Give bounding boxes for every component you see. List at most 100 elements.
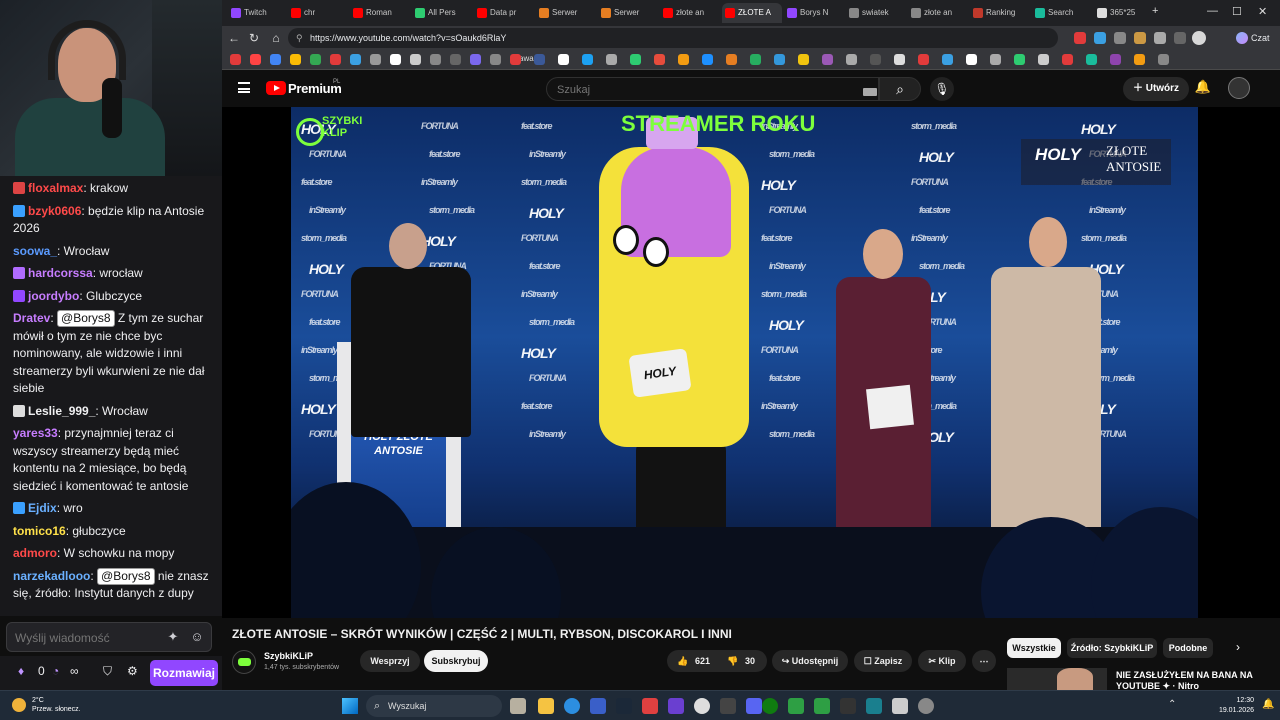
bookmark-icon[interactable] [534,54,545,65]
browser-tab[interactable]: Borys N [784,3,844,23]
chip-related[interactable]: Podobne [1163,638,1213,658]
dislike-icon[interactable]: 👎 [727,650,738,672]
chat-username[interactable]: joordybo [28,289,79,303]
chat-badge-icon[interactable] [13,502,25,514]
bits-icon[interactable]: ♦ [18,664,24,678]
voice-search-icon[interactable]: 🎙 [930,77,954,101]
app-icon[interactable] [840,698,856,714]
bookmark-icon[interactable] [606,54,617,65]
chat-badge-icon[interactable] [13,267,25,279]
bookmark-icon[interactable] [630,54,641,65]
bookmark-icon[interactable] [250,54,261,65]
extension-icon[interactable] [1134,32,1146,44]
more-options-icon[interactable]: ⋯ [972,650,996,672]
bookmark-icon[interactable] [654,54,665,65]
app-icon[interactable] [814,698,830,714]
chip-source[interactable]: Źródło: SzybkiKLiP [1067,638,1157,658]
bookmark-icon[interactable] [370,54,381,65]
chat-username[interactable]: Dratev [13,311,50,325]
chrome-icon[interactable] [694,698,710,714]
bookmark-icon[interactable] [726,54,737,65]
task-view-icon[interactable] [510,698,526,714]
chevron-right-icon[interactable]: › [1236,640,1240,654]
chat-username[interactable]: narzekadlooo [13,569,90,583]
browser-tab[interactable]: Serwer [598,3,658,23]
bookmark-icon[interactable] [510,54,521,65]
menu-icon[interactable] [238,82,250,93]
recommended-thumbnail[interactable] [1007,668,1107,690]
bookmark-icon[interactable] [846,54,857,65]
bookmark-icon[interactable] [894,54,905,65]
bookmark-icon[interactable] [470,54,481,65]
bookmark-icon[interactable] [966,54,977,65]
chat-input-box[interactable]: ✦ ☺ [6,622,212,652]
search-button[interactable]: ⌕ [879,77,921,101]
shield-icon[interactable]: ⛉ [103,664,112,679]
bookmark-icon[interactable] [558,54,569,65]
send-chat-button[interactable]: Rozmawiaj [150,660,218,686]
channel-name[interactable]: SzybkiKLiP [264,651,313,661]
extension-icon[interactable] [1094,32,1106,44]
create-button[interactable]: ＋ Utwórz [1123,77,1189,101]
bookmark-icon[interactable] [1038,54,1049,65]
weather-widget[interactable]: 2°C Przew. słonecz. [12,696,81,714]
account-avatar[interactable] [1228,77,1250,99]
extensions-icon[interactable] [1154,32,1166,44]
channel-points-icon[interactable]: ◔ [52,664,59,678]
chat-username[interactable]: Leslie_999_ [28,404,95,418]
video-player[interactable]: FORTUNA HOLY storm_media inStreamly feat.sto… [222,107,1280,618]
browser-tab[interactable]: Twitch [228,3,286,23]
save-button[interactable]: ☐ Zapisz [854,650,912,672]
search-box[interactable] [546,77,879,101]
bookmark-icon[interactable] [918,54,929,65]
bookmark-icon[interactable] [990,54,1001,65]
bookmark-icon[interactable] [1086,54,1097,65]
bookmark-icon[interactable] [230,54,241,65]
system-clock[interactable]: 12:30 19.01.2026 [1214,696,1254,716]
browser-tab[interactable]: ZŁOTE A [722,3,782,23]
extension-icon[interactable] [1114,32,1126,44]
extension-icon[interactable] [1074,32,1086,44]
taskbar-search[interactable]: Wyszukaj [366,695,502,717]
bookmark-icon[interactable] [582,54,593,65]
clip-button[interactable]: ✂ Klip [918,650,966,672]
bookmark-icon[interactable] [822,54,833,65]
chat-mention[interactable]: @Borys8 [97,567,155,585]
chat-username[interactable]: tomico16 [13,524,66,538]
search-input[interactable] [557,82,837,97]
chat-username[interactable]: floxalmax [28,181,83,195]
emoji-icon[interactable]: ☺ [189,629,205,645]
minimize-icon[interactable]: — [1207,5,1218,17]
profile-avatar[interactable] [1192,31,1206,45]
chat-badge-icon[interactable] [13,289,25,302]
home-icon[interactable]: ⌂ [268,30,284,46]
chat-username[interactable]: hardcorssa [28,266,93,280]
chat-messages[interactable]: floxalmax: krakow bzyk0606: będzie klip n… [0,176,222,616]
browser-tab[interactable]: Data pr [474,3,534,23]
bookmark-icon[interactable] [410,54,421,65]
sparkle-icon[interactable]: ✦ [165,629,181,645]
browser-tab[interactable]: chr [288,3,348,23]
app-icon[interactable] [918,698,934,714]
bookmark-icon[interactable] [330,54,341,65]
file-explorer-icon[interactable] [538,698,554,714]
tray-chevron-icon[interactable]: ⌃ [1168,699,1176,710]
bookmark-icon[interactable] [390,54,401,65]
support-button[interactable]: Wesprzyj [360,650,420,672]
back-icon[interactable]: ← [226,30,242,46]
bookmark-icon[interactable] [1014,54,1025,65]
bookmark-icon[interactable] [750,54,761,65]
app-icon[interactable] [788,698,804,714]
bookmark-icon[interactable] [1110,54,1121,65]
chat-input[interactable] [15,629,155,646]
browser-tab[interactable]: All Pers [412,3,472,23]
share-button[interactable]: ↪ Udostępnij [772,650,848,672]
like-count[interactable]: 621 [695,650,710,672]
bell-icon[interactable]: 🔔 [1194,79,1212,97]
chat-username[interactable]: admoro [13,546,57,560]
steam-icon[interactable] [616,698,632,714]
notification-icon[interactable]: 🔔 [1262,699,1274,710]
youtube-logo-icon[interactable] [266,81,286,95]
bookmark-icon[interactable] [490,54,501,65]
browser-tab[interactable]: Serwer [536,3,596,23]
